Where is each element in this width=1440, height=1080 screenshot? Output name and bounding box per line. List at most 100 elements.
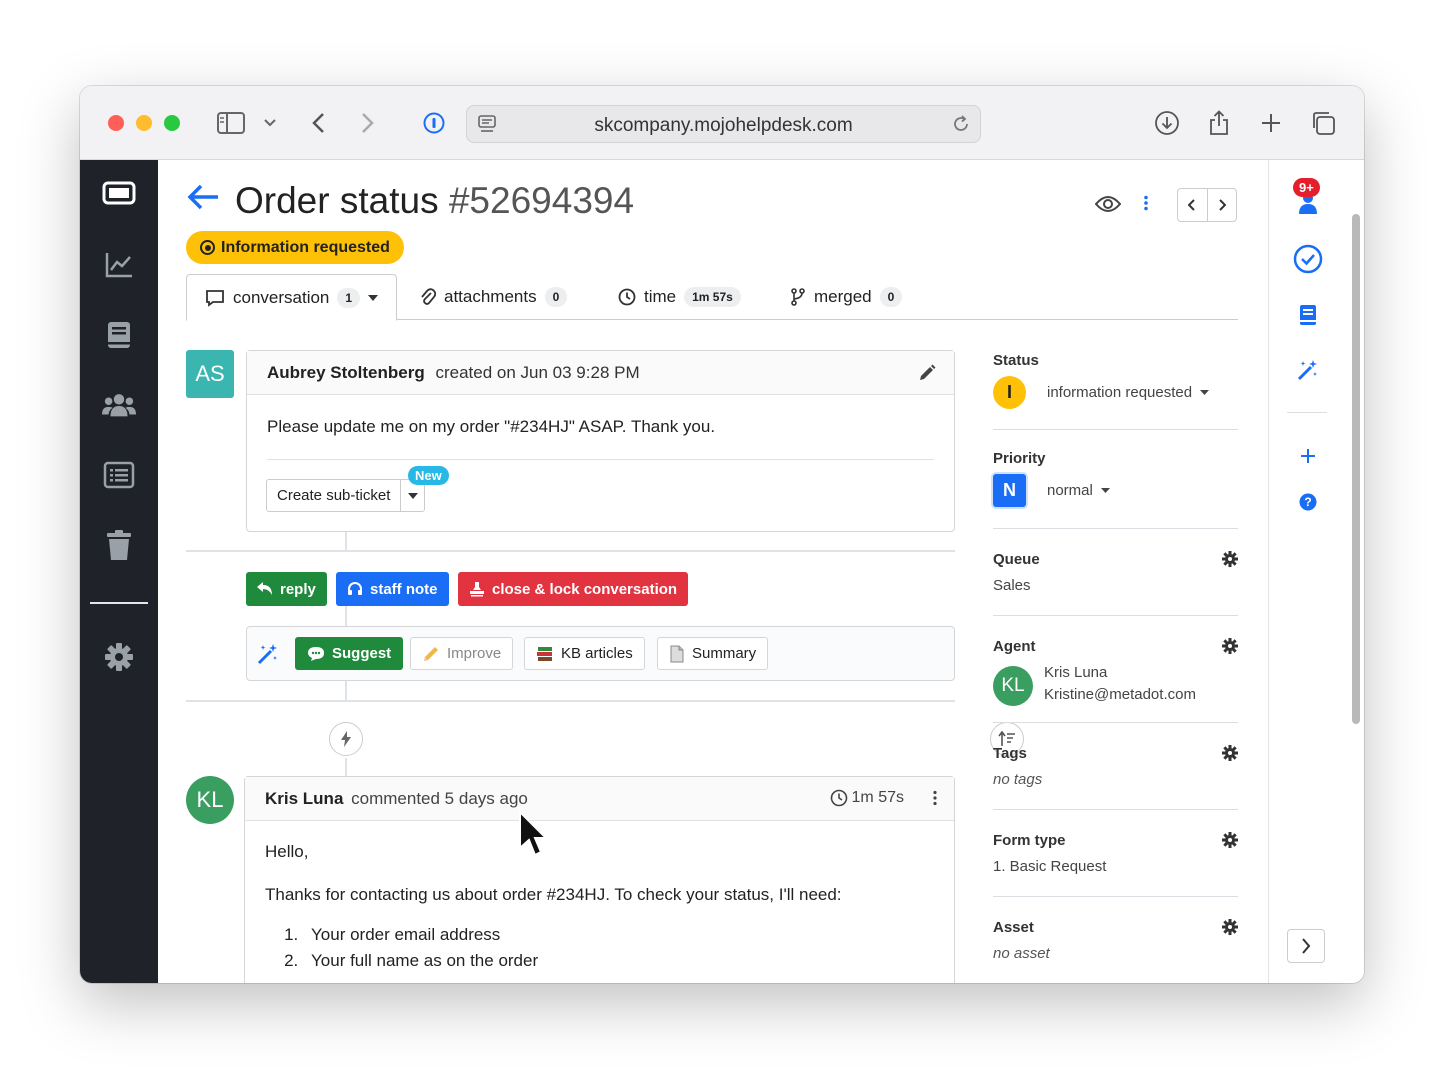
tab-overview-icon[interactable] [1310, 110, 1336, 136]
gear-icon[interactable] [1222, 551, 1238, 572]
browser-back-icon[interactable] [308, 110, 328, 136]
chevron-down-icon[interactable] [262, 110, 278, 136]
maximize-window-button[interactable] [164, 115, 180, 131]
message-body: Please update me on my order "#234HJ" AS… [267, 417, 716, 436]
caret-down-icon[interactable] [368, 294, 379, 301]
form-type-value[interactable]: 1. Basic Request [993, 858, 1106, 875]
next-ticket-button[interactable] [1208, 189, 1237, 221]
gear-icon[interactable] [1222, 919, 1238, 940]
priority-value: normal [1047, 482, 1093, 499]
pencil-icon [424, 646, 438, 661]
comment-body: Hello, Thanks for contacting us about or… [245, 821, 954, 983]
scrollbar-thumb[interactable] [1352, 214, 1360, 724]
agent-name[interactable]: Kris Luna [1044, 664, 1107, 681]
list-icon[interactable] [102, 458, 136, 492]
suggest-label: Suggest [332, 645, 392, 662]
book-icon[interactable] [1293, 300, 1323, 330]
reply-icon [257, 582, 272, 595]
agent-section: Agent KL Kris Luna Kristine@metadot.com [993, 616, 1238, 723]
bolt-icon[interactable] [329, 722, 363, 756]
reply-label: reply [280, 580, 316, 598]
gear-icon[interactable] [1222, 832, 1238, 853]
status-label: Status [993, 352, 1039, 369]
close-window-button[interactable] [108, 115, 124, 131]
tab-attachments[interactable]: attachments 0 [420, 274, 568, 320]
queue-section: Queue Sales [993, 529, 1238, 616]
close-lock-button[interactable]: close & lock conversation [458, 572, 689, 606]
thread-line [345, 681, 347, 701]
priority-select[interactable]: normal [1047, 482, 1110, 499]
sidebar-toggle-icon[interactable] [216, 110, 246, 136]
settings-icon[interactable] [102, 640, 136, 674]
priority-letter-icon: N [993, 474, 1026, 507]
browser-forward-icon[interactable] [358, 110, 378, 136]
tab-merged-badge: 0 [879, 287, 903, 307]
url-text[interactable]: skcompany.mojohelpdesk.com [467, 115, 980, 137]
magic-wand-icon[interactable] [1293, 355, 1323, 385]
books-icon [537, 646, 552, 661]
time-spent-label: 1m 57s [851, 789, 904, 806]
plus-icon[interactable] [1293, 441, 1323, 471]
scrollbar[interactable] [1348, 160, 1364, 983]
caret-down-icon [1100, 488, 1110, 493]
kebab-icon[interactable] [1143, 195, 1149, 216]
eye-icon[interactable] [1094, 195, 1122, 218]
tab-merged-label: merged [814, 287, 872, 306]
kb-articles-button[interactable]: KB articles [524, 637, 645, 670]
comment-author[interactable]: Kris Luna [265, 789, 343, 808]
clock-icon [618, 288, 636, 306]
pencil-icon[interactable] [918, 364, 936, 387]
share-icon[interactable] [1207, 110, 1231, 136]
staff-note-button[interactable]: staff note [336, 572, 449, 606]
tags-label: Tags [993, 745, 1027, 762]
create-subticket-split-button: Create sub-ticket [266, 479, 426, 512]
expand-panel-button[interactable] [1287, 929, 1325, 963]
tab-time[interactable]: time 1m 57s [618, 274, 741, 320]
download-icon[interactable] [1154, 110, 1180, 136]
improve-button[interactable]: Improve [410, 637, 514, 670]
more-options-icon[interactable] [932, 790, 938, 811]
rail-divider [1287, 412, 1327, 413]
new-badge: New [408, 466, 449, 485]
knowledge-base-icon[interactable] [102, 318, 136, 352]
create-subticket-button[interactable]: Create sub-ticket [267, 480, 402, 511]
minimize-window-button[interactable] [136, 115, 152, 131]
tab-attachments-label: attachments [444, 287, 537, 306]
previous-ticket-button[interactable] [1178, 189, 1208, 221]
back-arrow-icon[interactable] [186, 182, 220, 217]
status-value: information requested [1047, 384, 1193, 401]
tab-conversation[interactable]: conversation 1 [186, 274, 397, 321]
speech-bubble-icon [308, 646, 324, 661]
divider [186, 550, 955, 552]
status-badge: Information requested [186, 231, 404, 264]
browser-toolbar: skcompany.mojohelpdesk.com [80, 86, 1364, 160]
reload-icon[interactable] [950, 113, 972, 140]
gear-icon[interactable] [1222, 745, 1238, 766]
status-select[interactable]: information requested [1047, 384, 1210, 401]
queue-value[interactable]: Sales [993, 577, 1031, 594]
check-circle-icon[interactable] [1293, 244, 1323, 274]
suggest-button[interactable]: Suggest [295, 637, 404, 670]
branch-icon [791, 288, 805, 306]
avatar: KL [993, 666, 1033, 706]
gear-icon[interactable] [1222, 638, 1238, 659]
trash-icon[interactable] [102, 528, 136, 562]
tickets-icon[interactable] [102, 176, 136, 210]
tab-attachments-badge: 0 [544, 287, 568, 307]
address-bar[interactable]: skcompany.mojohelpdesk.com [466, 105, 981, 143]
avatar: AS [186, 350, 234, 398]
reply-button[interactable]: reply [246, 572, 327, 606]
right-rail: 9+ ? [1268, 160, 1348, 983]
agent-email[interactable]: Kristine@metadot.com [1044, 686, 1196, 703]
password-manager-icon[interactable] [422, 110, 446, 136]
comment-list: Your order email address Your full name … [303, 926, 934, 969]
summary-button[interactable]: Summary [657, 637, 769, 670]
ticket-title: Order status [235, 180, 439, 221]
new-tab-icon[interactable] [1260, 110, 1282, 136]
comment-meta: commented 5 days ago [351, 789, 528, 808]
analytics-icon[interactable] [102, 248, 136, 282]
users-icon[interactable] [102, 388, 136, 422]
tab-merged[interactable]: merged 0 [790, 274, 903, 320]
question-icon[interactable]: ? [1293, 487, 1323, 517]
message-author[interactable]: Aubrey Stoltenberg [267, 363, 425, 382]
